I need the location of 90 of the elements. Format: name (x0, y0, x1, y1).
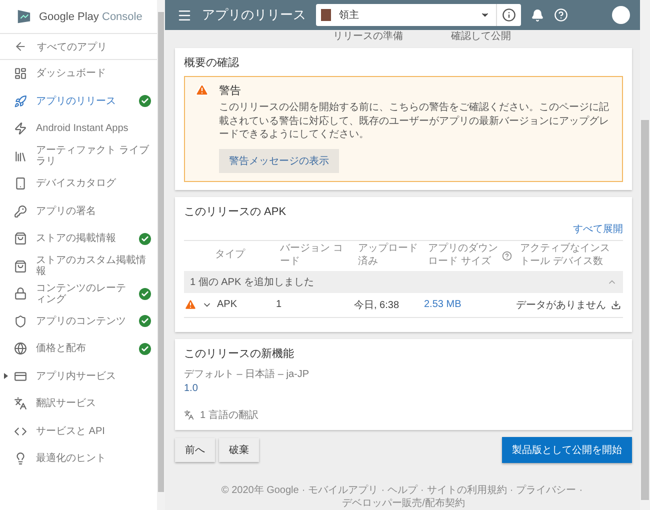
step-label: 確認して公開 (451, 30, 511, 43)
footer-link[interactable]: モバイルアプリ (308, 484, 378, 496)
check-icon (139, 288, 151, 300)
back-arrow-icon (14, 40, 27, 53)
publish-button[interactable]: 製品版として公開を開始 (502, 436, 632, 462)
globe-icon (14, 342, 27, 356)
column-header: バージョン コード (279, 242, 344, 268)
separator-dot: · (420, 484, 424, 496)
table-cell: APK (184, 298, 276, 311)
card-icon (14, 370, 27, 383)
table-cell-text: 今日, 6:38 (354, 298, 400, 312)
table-cell: データがありません (516, 298, 623, 312)
nav-item[interactable]: ストアのカスタム掲載情報 (0, 252, 157, 280)
separator-dot: · (381, 484, 385, 496)
expand-all-link[interactable]: すべて展開 (573, 222, 623, 236)
expand-arrow-icon (4, 373, 8, 380)
dashboard-icon (14, 67, 27, 80)
check-icon (139, 232, 151, 245)
nav-item[interactable]: デバイスカタログ (0, 170, 157, 198)
nav-item[interactable]: 翻訳サービス (0, 390, 157, 418)
code-icon (14, 424, 27, 438)
nav-item[interactable]: ダッシュボード (0, 60, 157, 88)
group-label: 1 個の APK を追加しました (190, 276, 314, 288)
card-title: このリリースの新機能 (184, 346, 295, 360)
check-icon (139, 342, 151, 355)
library-icon (14, 150, 27, 163)
key-icon (14, 204, 27, 218)
bag-icon (14, 232, 27, 246)
step-label: リリースの準備 (333, 30, 403, 43)
warning-icon (184, 298, 197, 311)
help-icon (502, 250, 512, 260)
nav-item[interactable]: アーティファクト ライブラリ (0, 142, 157, 170)
separator-dot: · (302, 484, 306, 496)
footer-link[interactable]: プライバシー (516, 484, 576, 496)
avatar-icon[interactable] (612, 6, 630, 24)
column-header: アプリのダウンロード サイズ (424, 240, 516, 270)
warning-icon (195, 83, 209, 97)
warning-title: 警告 (219, 84, 242, 98)
footer-link[interactable]: デベロッパー販売/配布契約 (342, 496, 465, 510)
release-notes-text: 1.0 (184, 382, 199, 394)
nav-item[interactable]: ストアの掲載情報 (0, 225, 157, 252)
info-icon[interactable] (502, 8, 516, 22)
translations-label: 1 言語の翻訳 (200, 408, 258, 422)
action-button[interactable]: 破棄 (219, 438, 259, 462)
nav-item[interactable]: Android Instant Apps (0, 115, 157, 142)
bag-icon (14, 260, 27, 273)
nav-item[interactable]: アプリのコンテンツ (0, 308, 157, 335)
app-icon (321, 9, 331, 21)
translate-icon (14, 397, 27, 410)
menu-icon[interactable] (177, 8, 192, 22)
separator-dot: · (579, 484, 583, 496)
logo-text: Google Play Console (39, 10, 142, 22)
nav-item[interactable]: 最適化のヒント (0, 445, 157, 472)
column-header: アクティブなインストール デバイス数 (519, 242, 611, 268)
table-cell-text: 2.53 MB (424, 299, 462, 310)
lightbulb-icon (14, 452, 27, 466)
separator-dot: · (510, 484, 514, 496)
bolt-icon (14, 122, 27, 136)
table-cell-text: 1 (276, 299, 283, 310)
language-label: デフォルト – 日本語 – ja-JP (184, 368, 310, 380)
column-header: タイプ (214, 248, 246, 262)
card-title: 概要の確認 (184, 56, 240, 70)
notifications-icon[interactable] (531, 8, 544, 22)
action-button[interactable]: 前へ (175, 438, 215, 462)
rocket-icon (14, 94, 27, 108)
check-icon (139, 315, 151, 328)
apk-group-row[interactable]: 1 個の APK を追加しました (184, 270, 623, 292)
help-icon[interactable] (554, 8, 568, 22)
lock-icon (14, 287, 27, 300)
app-select[interactable]: 領主 (316, 4, 521, 26)
nav-item[interactable]: アプリのリリース (0, 88, 157, 115)
footer-link[interactable]: サイトの利用規約 (426, 484, 507, 496)
column-header: アップロード済み (357, 242, 419, 268)
translate-icon (184, 410, 194, 420)
copyright-text: © 2020年 Google (221, 484, 299, 496)
nav-item[interactable]: アプリの署名 (0, 198, 157, 225)
show-warnings-button[interactable]: 警告メッセージの表示 (219, 148, 339, 172)
warning-text: このリリースの公開を開始する前に、こちらの警告をご確認ください。このページに記載されている警告に対応して、既存のユーザーがアプリの最新バージョンにアップグレードできるようにしてください。 (219, 101, 610, 142)
phone-icon (14, 177, 27, 190)
footer-link[interactable]: ヘルプ (388, 484, 418, 496)
check-icon (139, 95, 151, 108)
card-title: このリリースの APK (184, 204, 288, 218)
nav-item[interactable]: サービスと API (0, 418, 157, 445)
shield-icon (14, 314, 27, 328)
download-icon[interactable] (611, 300, 621, 310)
nav-item[interactable]: コンテンツのレーティング (0, 280, 157, 308)
nav-item[interactable]: アプリ内サービス (0, 362, 157, 390)
play-console-logo-icon (16, 9, 31, 24)
page-title: アプリのリリース (202, 7, 306, 23)
nav-item[interactable]: 価格と配布 (0, 335, 157, 362)
